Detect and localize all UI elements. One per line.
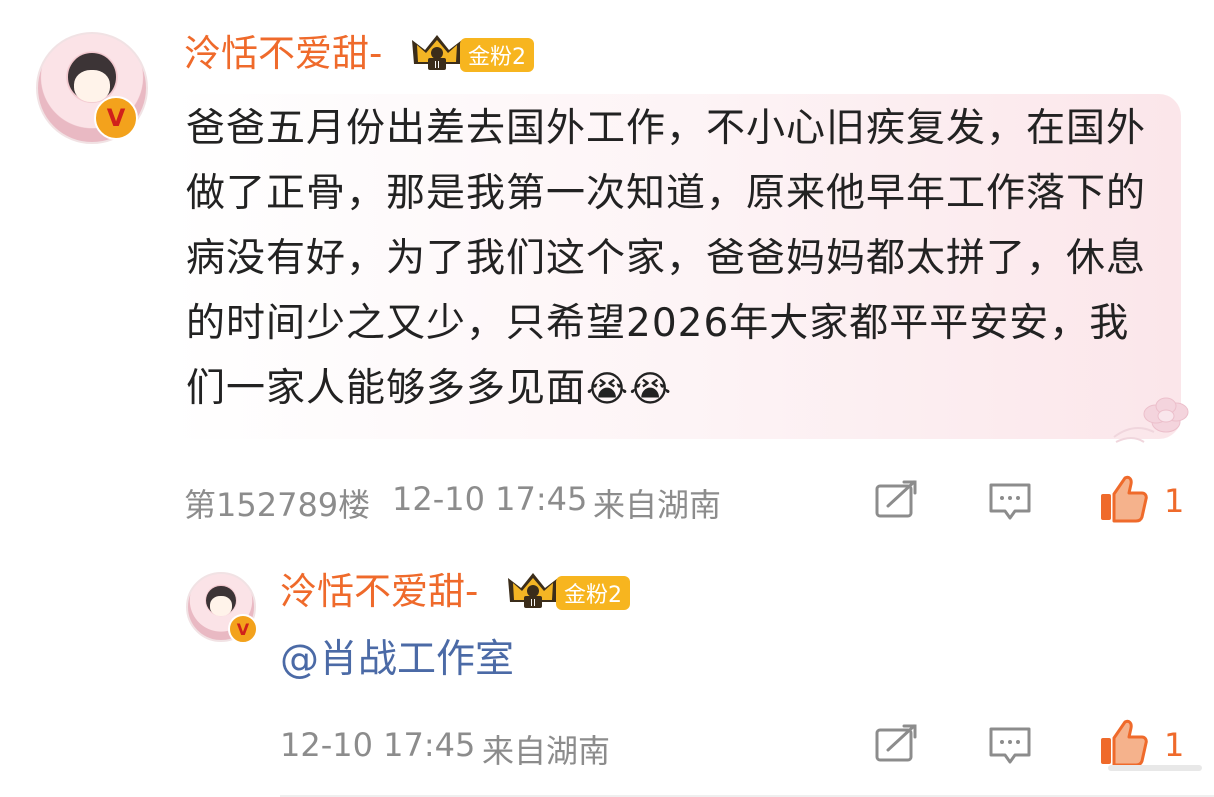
verified-badge-icon: V bbox=[228, 614, 258, 644]
repost-icon[interactable] bbox=[874, 480, 918, 520]
like-icon[interactable] bbox=[1098, 718, 1148, 768]
reply-avatar[interactable]: V bbox=[186, 572, 258, 644]
reply-username[interactable]: 泠恬不爱甜- bbox=[280, 568, 478, 616]
comment-icon[interactable] bbox=[988, 726, 1032, 766]
comment-location: 来自湖南 bbox=[593, 486, 722, 524]
like-icon[interactable] bbox=[1098, 474, 1148, 524]
crown-icon: II bbox=[412, 35, 462, 71]
svg-text:II: II bbox=[530, 598, 536, 609]
crown-icon: II bbox=[508, 573, 558, 609]
verified-badge-icon: V bbox=[94, 96, 138, 140]
scroll-indicator[interactable] bbox=[1108, 765, 1202, 771]
comment-text: 爸爸五月份出差去国外工作，不小心旧疾复发，在国外做了正骨，那是我第一次知道，原来… bbox=[186, 96, 1166, 422]
reply-location: 来自湖南 bbox=[482, 732, 611, 770]
comment-icon[interactable] bbox=[988, 482, 1032, 522]
comment-floor: 第152789楼 bbox=[184, 486, 371, 524]
svg-text:II: II bbox=[434, 60, 440, 71]
like-count: 1 bbox=[1164, 482, 1185, 520]
comment-body: 爸爸五月份出差去国外工作，不小心旧疾复发，在国外做了正骨，那是我第一次知道，原来… bbox=[186, 106, 1147, 411]
avatar[interactable]: V bbox=[36, 32, 148, 144]
repost-icon[interactable] bbox=[874, 724, 918, 764]
crying-emoji: 😭😭 bbox=[586, 369, 673, 410]
comment-username[interactable]: 泠恬不爱甜- bbox=[184, 30, 382, 78]
reply-like-count: 1 bbox=[1164, 726, 1185, 764]
reply-fan-badge: 金粉2 bbox=[556, 576, 630, 610]
comment-time: 12-10 17:45 bbox=[392, 480, 588, 518]
fan-badge: 金粉2 bbox=[460, 38, 534, 72]
mention-link[interactable]: @肖战工作室 bbox=[280, 630, 514, 690]
reply-time: 12-10 17:45 bbox=[280, 726, 476, 764]
